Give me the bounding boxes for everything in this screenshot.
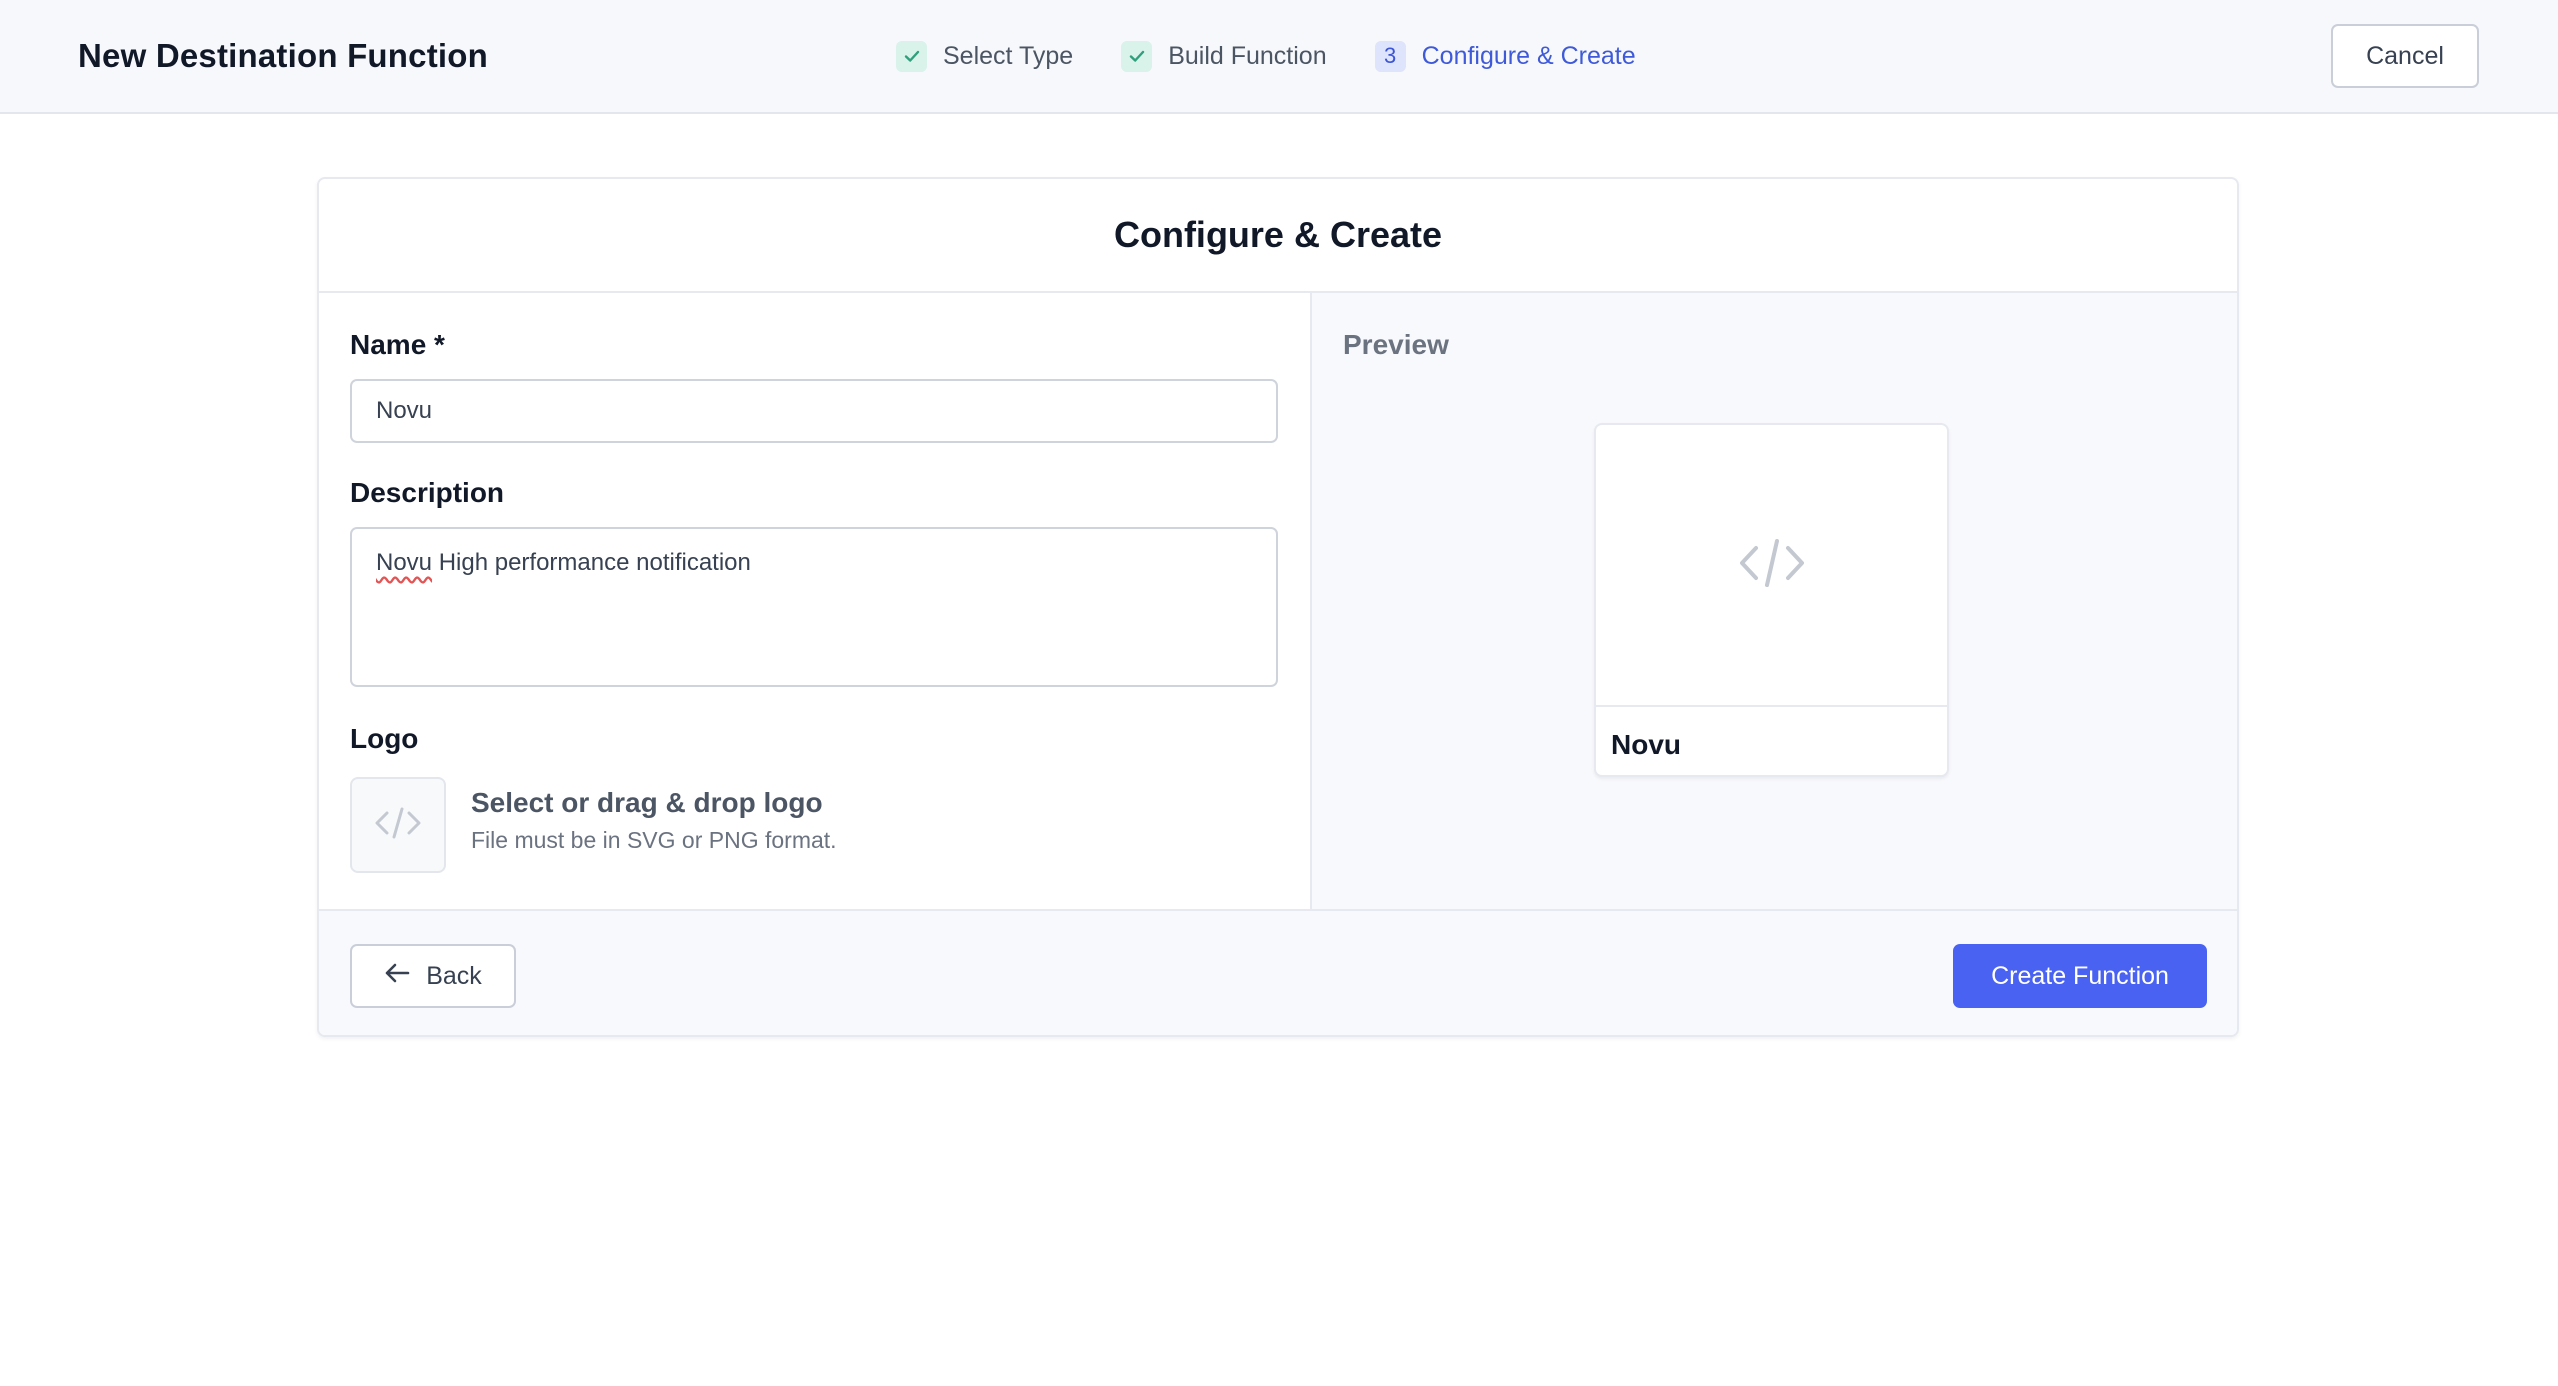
- check-icon: [1121, 40, 1153, 72]
- logo-drop-hint: File must be in SVG or PNG format.: [471, 827, 837, 853]
- description-textarea[interactable]: Novu High performance notification: [350, 527, 1278, 687]
- spellcheck-word: Novu: [376, 549, 433, 576]
- name-input[interactable]: [350, 379, 1278, 443]
- card-title: Configure & Create: [319, 179, 2237, 293]
- step-label: Configure & Create: [1421, 41, 1636, 70]
- cancel-button[interactable]: Cancel: [2331, 24, 2479, 88]
- check-icon: [896, 40, 927, 72]
- arrow-left-icon: [384, 962, 410, 991]
- top-header: New Destination Function Select Type Bui…: [0, 0, 2558, 114]
- preview-logo: [1596, 425, 1947, 707]
- back-label: Back: [426, 961, 482, 990]
- step-label: Select Type: [943, 41, 1074, 70]
- preview-card: Novu: [1594, 423, 1949, 777]
- preview-label: Preview: [1343, 329, 1449, 360]
- description-text: Novu High performance notification: [376, 549, 751, 576]
- form-panel: Name * Description Novu High performance…: [319, 293, 1312, 909]
- create-function-button[interactable]: Create Function: [1953, 944, 2207, 1008]
- step-build-function[interactable]: Build Function: [1121, 40, 1327, 72]
- stepper: Select Type Build Function 3 Configure &…: [896, 0, 1636, 112]
- code-icon: [1736, 536, 1808, 595]
- step-configure-create[interactable]: 3 Configure & Create: [1374, 40, 1636, 72]
- logo-label: Logo: [350, 723, 419, 754]
- code-icon: [373, 805, 423, 846]
- description-rest: High performance notification: [432, 549, 751, 576]
- step-label: Build Function: [1168, 41, 1327, 70]
- step-select-type[interactable]: Select Type: [896, 40, 1074, 72]
- back-button[interactable]: Back: [350, 944, 516, 1008]
- card-footer: Back Create Function: [319, 909, 2237, 1035]
- description-label: Description: [350, 477, 505, 508]
- configure-card: Configure & Create Name * Description No…: [317, 177, 2239, 1037]
- page-title: New Destination Function: [78, 37, 488, 74]
- name-label: Name *: [350, 329, 445, 360]
- logo-drop-title[interactable]: Select or drag & drop logo: [471, 787, 823, 819]
- preview-panel: Preview Novu: [1312, 293, 2237, 909]
- preview-name: Novu: [1611, 729, 1681, 760]
- step-number-badge: 3: [1374, 40, 1406, 72]
- logo-dropzone[interactable]: [350, 777, 446, 873]
